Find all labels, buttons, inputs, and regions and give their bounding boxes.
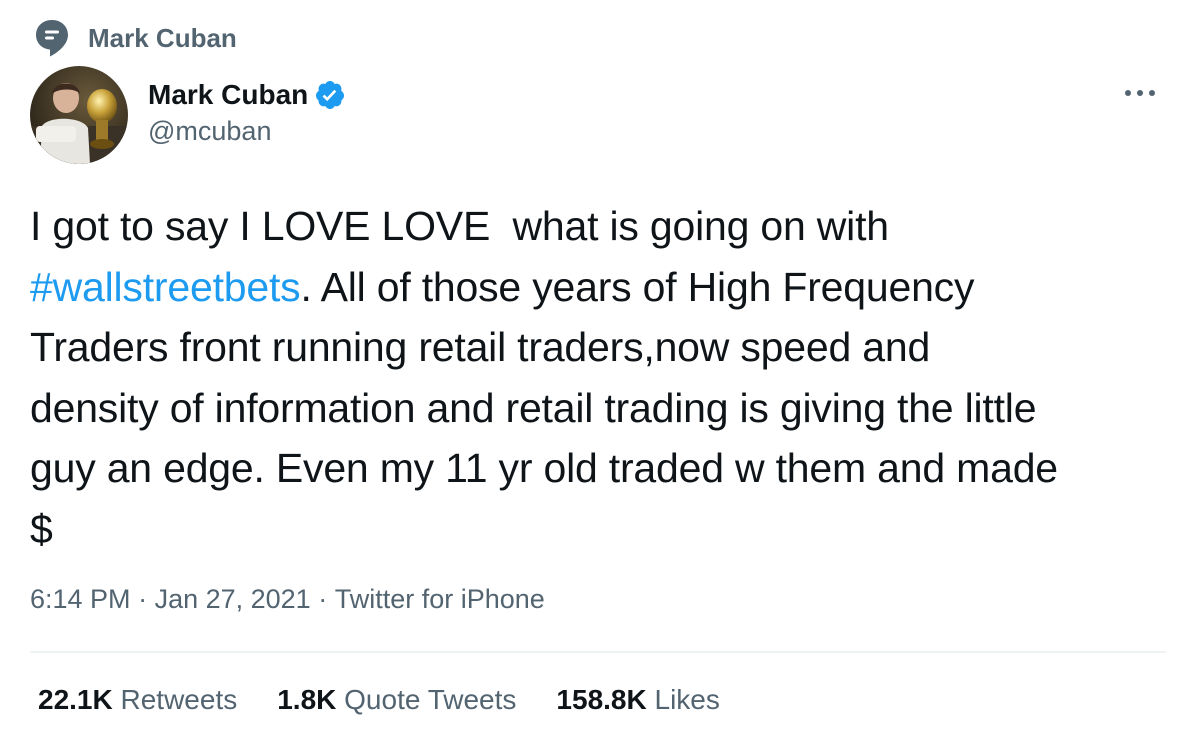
avatar[interactable] — [30, 66, 128, 164]
retweets-count: 22.1K — [38, 684, 113, 715]
quote-tweets-label: Quote Tweets — [344, 684, 517, 715]
likes-count: 158.8K — [556, 684, 647, 715]
more-dots-icon — [1125, 90, 1155, 96]
engagement-stats: 22.1K Retweets 1.8K Quote Tweets 158.8K … — [38, 684, 760, 716]
more-options-button[interactable] — [1116, 78, 1164, 108]
social-context: Mark Cuban — [34, 18, 237, 58]
tweet-text-part-1: I got to say I LOVE LOVE what is going o… — [30, 203, 889, 249]
likes-stat[interactable]: 158.8K Likes — [556, 684, 719, 716]
author-meta: Mark Cuban @mcuban — [148, 76, 346, 147]
tweet-source[interactable]: Twitter for iPhone — [335, 584, 545, 615]
hashtag-link[interactable]: #wallstreetbets — [30, 264, 301, 310]
meta-separator: · — [130, 584, 155, 614]
tweet-time[interactable]: 6:14 PM — [30, 584, 131, 615]
quote-tweets-count: 1.8K — [277, 684, 337, 715]
tweet-text: I got to say I LOVE LOVE what is going o… — [30, 196, 1164, 559]
tweet-date[interactable]: Jan 27, 2021 — [155, 584, 311, 615]
meta-separator: · — [310, 584, 335, 614]
social-context-label[interactable]: Mark Cuban — [88, 23, 237, 54]
author-display-name[interactable]: Mark Cuban — [148, 79, 308, 111]
quote-tweets-stat[interactable]: 1.8K Quote Tweets — [277, 684, 516, 716]
divider — [30, 651, 1166, 653]
name-line: Mark Cuban — [148, 76, 346, 114]
tweet-author: Mark Cuban @mcuban — [30, 66, 1164, 166]
retweets-stat[interactable]: 22.1K Retweets — [38, 684, 237, 716]
author-handle[interactable]: @mcuban — [148, 116, 346, 147]
tweet-metadata: 6:14 PM · Jan 27, 2021 · Twitter for iPh… — [30, 584, 545, 615]
likes-label: Likes — [654, 684, 720, 715]
speech-bubble-icon — [34, 18, 70, 58]
retweets-label: Retweets — [120, 684, 238, 715]
verified-badge-icon — [314, 79, 346, 111]
